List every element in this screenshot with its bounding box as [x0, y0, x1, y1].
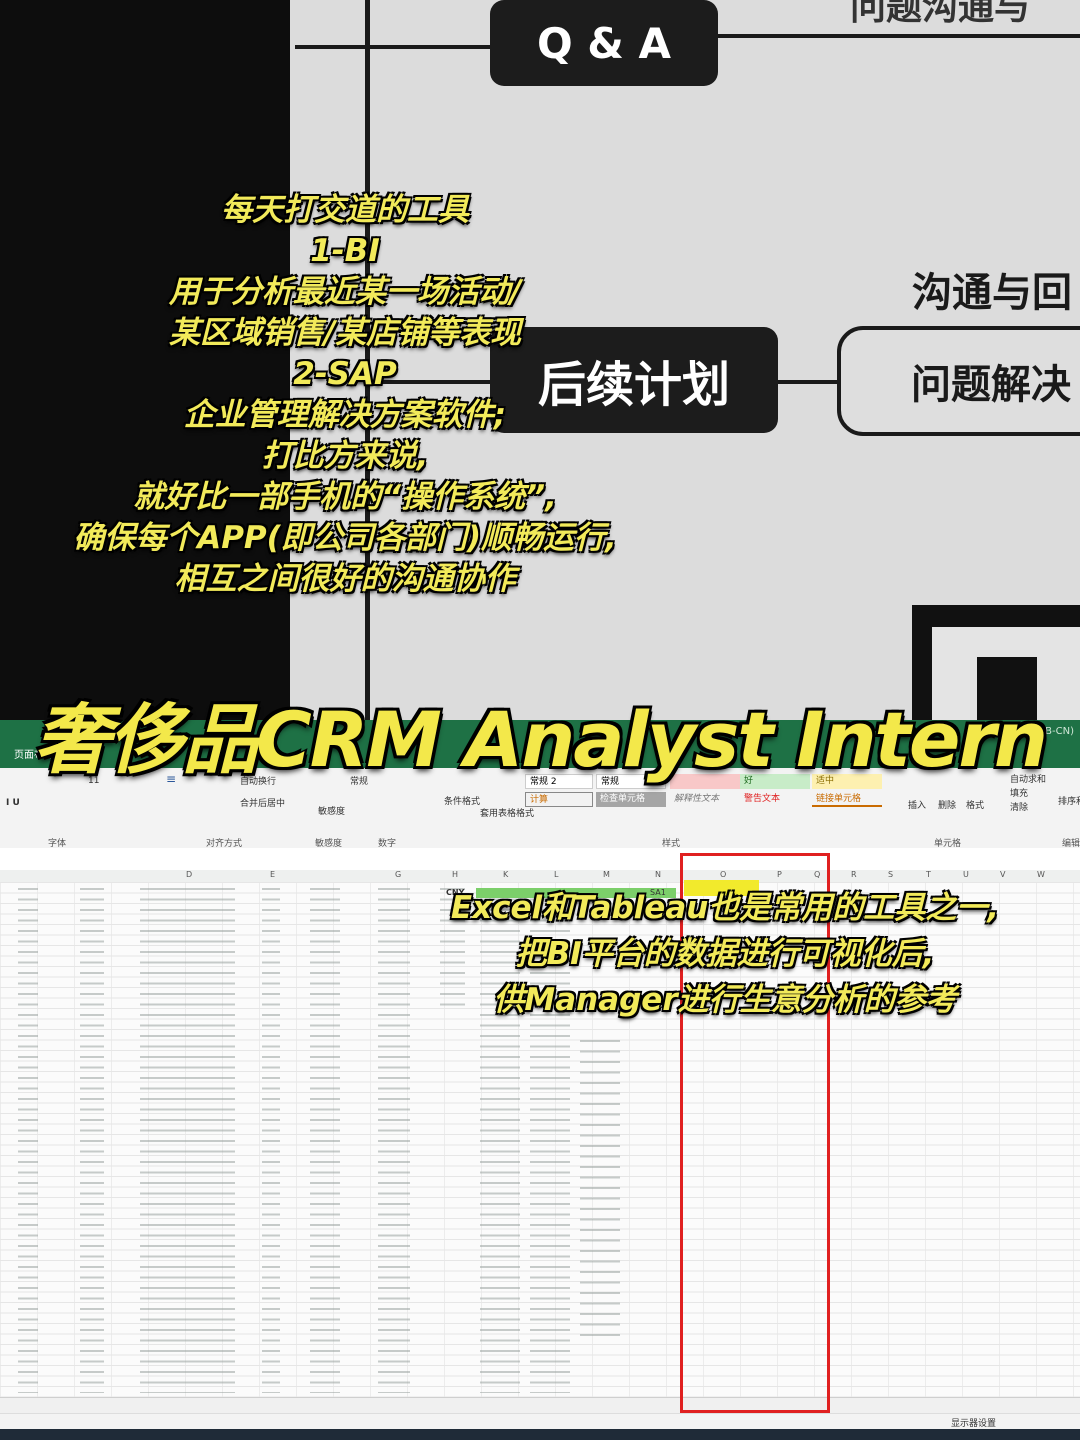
- insert-button[interactable]: 插入: [908, 798, 926, 811]
- connector-line: [715, 34, 1080, 38]
- caption-line: 就好比一部手机的“操作系统”,: [133, 479, 557, 515]
- connector-line: [295, 45, 495, 49]
- data-column: [18, 888, 38, 1393]
- status-bar: 显示器设置: [0, 1413, 1080, 1430]
- caption-line: 每天打交道的工具: [221, 192, 469, 228]
- merge-center-button[interactable]: 合并后居中: [240, 796, 285, 809]
- connector-line: [775, 380, 837, 384]
- style-explain[interactable]: 解释性文本: [670, 792, 740, 807]
- caption-line: 确保每个APP(即公司各部门)顺畅运行,: [73, 520, 617, 556]
- caption-line: 企业管理解决方案软件;: [183, 397, 507, 433]
- sort-button[interactable]: 排序和: [1058, 794, 1080, 807]
- display-settings[interactable]: 显示器设置: [951, 1416, 996, 1429]
- data-column: [310, 888, 340, 1393]
- style-check[interactable]: 检查单元格: [596, 792, 666, 807]
- col-t[interactable]: T: [926, 870, 931, 879]
- caption-line: 1-BI: [310, 233, 380, 269]
- top-right-text: 问题沟通与: [850, 0, 1031, 28]
- qa-label: Q & A: [536, 18, 672, 68]
- col-m[interactable]: M: [603, 870, 610, 879]
- data-column: [580, 1040, 620, 1340]
- sensitivity-button[interactable]: 敏感度: [318, 804, 345, 817]
- excel-window: 页面布局 MTB-CN) 11 I U ≡ 自动换行 合并后居中 敏感度 常规 …: [0, 720, 1080, 1440]
- problem-label: 问题解决: [911, 362, 1071, 408]
- caption-line: 某区域销售/某店铺等表现: [168, 315, 522, 351]
- data-column: [140, 888, 235, 1393]
- style-link[interactable]: 链接单元格: [812, 792, 882, 807]
- bold-underline-buttons[interactable]: I U: [6, 798, 20, 808]
- page-title: 奢侈品CRM Analyst Intern: [33, 695, 1048, 784]
- conditional-format-button[interactable]: 条件格式: [444, 794, 480, 807]
- table-format-button[interactable]: 套用表格格式: [480, 806, 534, 819]
- caption-line: 2-SAP: [293, 356, 397, 392]
- caption-line: 打比方来说,: [261, 438, 429, 474]
- sheet-tabs[interactable]: [0, 1397, 1080, 1414]
- style-warn[interactable]: 警告文本: [740, 792, 810, 807]
- col-u[interactable]: U: [963, 870, 969, 879]
- col-g[interactable]: G: [395, 870, 401, 879]
- col-s[interactable]: S: [888, 870, 893, 879]
- col-r[interactable]: R: [851, 870, 857, 879]
- data-column: [262, 888, 280, 1393]
- formula-bar[interactable]: [0, 848, 1080, 871]
- format-button[interactable]: 格式: [966, 798, 984, 811]
- comm-label: 沟通与回: [912, 270, 1072, 316]
- caption-line: 供Manager进行生意分析的参考: [493, 982, 957, 1018]
- col-d[interactable]: D: [186, 870, 192, 879]
- taskbar: [0, 1429, 1080, 1440]
- col-h[interactable]: H: [452, 870, 458, 879]
- qa-box: Q & A: [490, 0, 718, 86]
- problem-box: 问题解决: [837, 326, 1080, 436]
- excel-caption: Excel和Tableau也是常用的工具之一, 把BI平台的数据进行可视化后, …: [395, 885, 1055, 1023]
- style-calc[interactable]: 计算: [525, 792, 593, 807]
- delete-button[interactable]: 删除: [938, 798, 956, 811]
- col-k[interactable]: K: [503, 870, 508, 879]
- tools-caption: 每天打交道的工具 1-BI 用于分析最近某一场活动/ 某区域销售/某店铺等表现 …: [0, 190, 690, 600]
- data-column: [80, 888, 104, 1393]
- caption-line: 相互之间很好的沟通协作: [174, 561, 516, 597]
- col-l[interactable]: L: [554, 870, 558, 879]
- clear-button[interactable]: 清除: [1010, 800, 1028, 813]
- caption-line: Excel和Tableau也是常用的工具之一,: [450, 890, 1000, 926]
- caption-line: 把BI平台的数据进行可视化后,: [515, 936, 935, 972]
- caption-line: 用于分析最近某一场活动/: [168, 274, 522, 310]
- col-e[interactable]: E: [270, 870, 275, 879]
- col-v[interactable]: V: [1000, 870, 1005, 879]
- col-n[interactable]: N: [655, 870, 661, 879]
- whiteboard-photo: Q & A 问题沟通与 后续计划 沟通与回 问题解决 每天打交道的工具 1-BI…: [0, 0, 1080, 720]
- col-w[interactable]: W: [1037, 870, 1045, 879]
